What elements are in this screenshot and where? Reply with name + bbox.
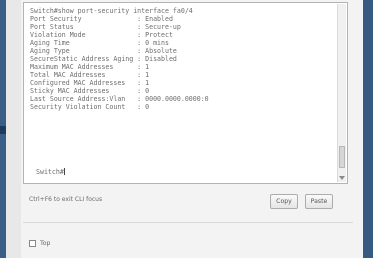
paste-button[interactable]: Paste: [305, 194, 333, 209]
console-scrollbar[interactable]: [337, 4, 346, 182]
console-line: Aging Type : Absolute: [30, 47, 177, 55]
console-prompt[interactable]: Switch#: [36, 168, 65, 176]
console-line: SecureStatic Address Aging : Disabled: [30, 55, 177, 63]
console-line: Maximum MAC Addresses : 1: [30, 63, 150, 71]
console-line: Port Security : Enabled: [30, 15, 173, 23]
console-line: Switch#show port-security interface fa0/…: [30, 7, 193, 15]
prompt-text: Switch#: [36, 168, 64, 176]
console-line: Total MAC Addresses : 1: [30, 71, 150, 79]
console-line: Violation Mode : Protect: [30, 31, 173, 39]
window-left-border: [6, 0, 21, 258]
background-window-right-edge: [363, 0, 373, 258]
copy-button[interactable]: Copy: [270, 194, 298, 209]
footer-divider: [23, 222, 353, 223]
console-line: Configured MAC Addresses : 1: [30, 79, 150, 87]
scrollbar-thumb[interactable]: [339, 146, 345, 168]
console-output: Switch#show port-security interface fa0/…: [24, 7, 209, 111]
cli-focus-hint: Ctrl+F6 to exit CLI focus: [29, 196, 103, 203]
text-caret: [63, 168, 65, 175]
console-line: Port Status : Secure-up: [30, 23, 181, 31]
console-line: Sticky MAC Addresses : 0: [30, 87, 150, 95]
cli-window: Switch#show port-security interface fa0/…: [6, 0, 363, 258]
console-line: Aging Time : 0 mins: [30, 39, 169, 47]
console-line: Last Source Address:Vlan : 0000.0000.000…: [30, 95, 209, 103]
top-checkbox-label: Top: [40, 240, 51, 247]
console-line: Security Violation Count : 0: [30, 103, 150, 111]
cli-console[interactable]: Switch#show port-security interface fa0/…: [23, 2, 348, 184]
top-checkbox[interactable]: [29, 240, 36, 247]
scroll-down-arrow-icon[interactable]: [339, 176, 345, 180]
